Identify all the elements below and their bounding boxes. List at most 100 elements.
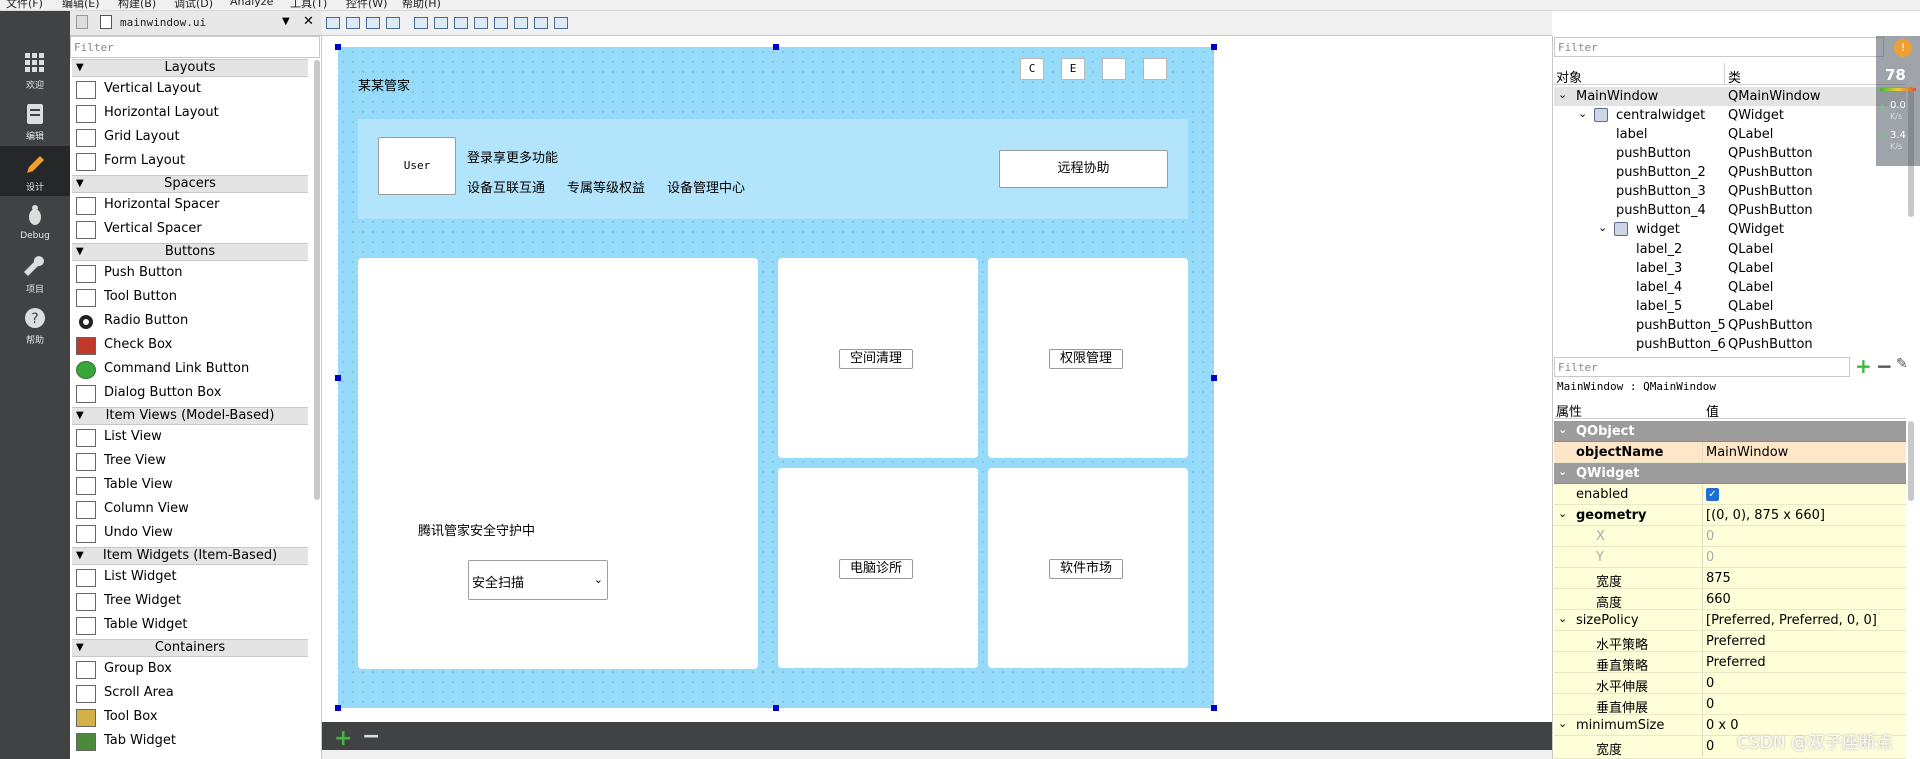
enabled-checkbox[interactable]: ✓ (1706, 488, 1719, 501)
prop-geometry-height[interactable]: 高度 660 (1554, 589, 1906, 611)
tree-row-pushbutton-2[interactable]: pushButton_2 QPushButton (1554, 163, 1906, 182)
widget-list-view[interactable]: List View (72, 426, 308, 450)
mode-projects[interactable]: 项目 (0, 248, 70, 298)
mode-edit[interactable]: 编辑 (0, 95, 70, 145)
widget-vertical-layout[interactable]: Vertical Layout (72, 78, 308, 102)
user-header-widget[interactable]: User 登录享更多功能 设备互联互通 专属等级权益 设备管理中心 远程协助 (358, 119, 1188, 219)
widget-vertical-spacer[interactable]: Vertical Spacer (72, 218, 308, 242)
prop-sizepolicy[interactable]: ⌄ sizePolicy [Preferred, Preferred, 0, 0… (1554, 610, 1906, 631)
tree-row-label-3[interactable]: label_3 QLabel (1554, 259, 1906, 278)
prop-geometry-x[interactable]: X 0 (1554, 526, 1906, 547)
widget-scroll-area[interactable]: Scroll Area (72, 682, 308, 706)
alert-badge[interactable]: ! (1894, 39, 1912, 57)
tree-row-mainwindow[interactable]: ⌄ MainWindow QMainWindow (1554, 87, 1906, 106)
layout-form-icon[interactable] (514, 17, 528, 29)
scan-combo[interactable]: 安全扫描 ⌄ (468, 560, 608, 600)
resize-handle[interactable] (1211, 375, 1217, 381)
property-filter-input[interactable]: Filter (1554, 357, 1850, 377)
widget-box-scrollbar[interactable] (314, 60, 320, 500)
column-class[interactable]: 类 (1728, 67, 1741, 86)
group-qwidget[interactable]: ⌄ QWidget (1554, 463, 1906, 484)
mode-debug[interactable]: Debug (0, 197, 70, 247)
resize-handle[interactable] (1211, 705, 1217, 711)
widget-tree-widget[interactable]: Tree Widget (72, 590, 308, 614)
widget-push-button[interactable]: Push Button (72, 262, 308, 286)
link-exclusive-benefits[interactable]: 专属等级权益 (567, 177, 645, 196)
minimize-button[interactable] (1102, 58, 1126, 80)
menu-help[interactable]: 帮助(H) (402, 0, 441, 10)
close-button[interactable] (1143, 58, 1167, 80)
property-editor-scrollbar[interactable] (1908, 421, 1914, 501)
tree-row-centralwidget[interactable]: ⌄ centralwidget QWidget (1554, 106, 1906, 125)
adjust-size-icon[interactable] (554, 17, 568, 29)
chevron-down-icon[interactable]: ⌄ (1558, 423, 1567, 436)
prop-objectname[interactable]: objectName MainWindow (1554, 442, 1906, 463)
remove-property-icon[interactable]: − (1876, 354, 1893, 378)
widget-command-link-button[interactable]: Command Link Button (72, 358, 308, 382)
mode-welcome[interactable]: 欢迎 (0, 44, 70, 94)
prop-h-stretch[interactable]: 水平伸展 0 (1554, 673, 1906, 695)
plus-icon[interactable]: + (334, 726, 352, 751)
column-property[interactable]: 属性 (1556, 401, 1582, 420)
configure-wrench-icon[interactable]: ✎ (1896, 356, 1908, 372)
prop-v-stretch[interactable]: 垂直伸展 0 (1554, 694, 1906, 716)
widget-radio-button[interactable]: Radio Button (72, 310, 308, 334)
menu-debug[interactable]: 调试(D) (174, 0, 213, 10)
close-icon[interactable]: ✕ (303, 14, 314, 29)
space-clean-button[interactable]: 空间清理 (839, 349, 913, 369)
menu-widgets[interactable]: 控件(W) (346, 0, 387, 10)
widget-group-box[interactable]: Group Box (72, 658, 308, 682)
widget-filter-input[interactable]: Filter (70, 36, 320, 58)
widget-dialog-button-box[interactable]: Dialog Button Box (72, 382, 308, 406)
layout-v-splitter-icon[interactable] (474, 17, 488, 29)
resize-handle[interactable] (335, 705, 341, 711)
resize-handle[interactable] (773, 705, 779, 711)
user-button[interactable]: User (378, 137, 456, 195)
widget-list-widget[interactable]: List Widget (72, 566, 308, 590)
app-title-label[interactable]: 某某管家 (358, 75, 410, 94)
menu-edit[interactable]: 编辑(E) (62, 0, 100, 10)
resize-handle[interactable] (1211, 44, 1217, 50)
link-device-interconnect[interactable]: 设备互联互通 (467, 177, 545, 196)
widget-undo-view[interactable]: Undo View (72, 522, 308, 546)
category-layouts[interactable]: ▼ Layouts (72, 59, 308, 77)
layout-vertical-icon[interactable] (434, 17, 448, 29)
security-panel[interactable]: 腾讯管家安全守护中 安全扫描 ⌄ (358, 258, 758, 669)
link-device-management[interactable]: 设备管理中心 (667, 177, 745, 196)
edit-widgets-icon[interactable] (326, 17, 340, 29)
tree-row-pushbutton-3[interactable]: pushButton_3 QPushButton (1554, 182, 1906, 201)
widget-column-view[interactable]: Column View (72, 498, 308, 522)
tree-row-pushbutton-4[interactable]: pushButton_4 QPushButton (1554, 201, 1906, 220)
category-item-widgets[interactable]: ▼ Item Widgets (Item-Based) (72, 547, 308, 565)
tile-pc-clinic[interactable]: 电脑诊所 (778, 468, 978, 668)
tree-row-pushbutton[interactable]: pushButton QPushButton (1554, 144, 1906, 163)
login-label[interactable]: 登录享更多功能 (467, 147, 558, 166)
menu-tools[interactable]: 工具(T) (290, 0, 327, 10)
widget-tool-button[interactable]: Tool Button (72, 286, 308, 310)
layout-horizontal-icon[interactable] (414, 17, 428, 29)
category-item-views[interactable]: ▼ Item Views (Model-Based) (72, 407, 308, 425)
prop-v-policy[interactable]: 垂直策略 Preferred (1554, 652, 1906, 674)
layout-grid-icon[interactable] (494, 17, 508, 29)
group-qobject[interactable]: ⌄ QObject (1554, 421, 1906, 442)
prop-h-policy[interactable]: 水平策略 Preferred (1554, 631, 1906, 653)
widget-horizontal-layout[interactable]: Horizontal Layout (72, 102, 308, 126)
menu-analyze[interactable]: Analyze (230, 0, 273, 8)
tree-row-pushbutton-6[interactable]: pushButton_6 QPushButton (1554, 335, 1906, 352)
remote-assist-button[interactable]: 远程协助 (999, 150, 1168, 188)
minus-icon[interactable]: − (362, 724, 380, 749)
software-market-button[interactable]: 软件市场 (1049, 559, 1123, 579)
tree-row-label-2[interactable]: label_2 QLabel (1554, 240, 1906, 259)
permission-button[interactable]: 权限管理 (1049, 349, 1123, 369)
prop-geometry[interactable]: ⌄ geometry [(0, 0), 875 x 660] (1554, 505, 1906, 526)
widget-tree-view[interactable]: Tree View (72, 450, 308, 474)
widget-tab-widget[interactable]: Tab Widget (72, 730, 308, 754)
prop-enabled[interactable]: enabled ✓ (1554, 484, 1906, 505)
chevron-down-icon[interactable]: ⌄ (1578, 107, 1587, 120)
tile-permission[interactable]: 权限管理 (988, 258, 1188, 458)
object-filter-input[interactable]: Filter (1554, 37, 1884, 57)
column-value[interactable]: 值 (1706, 401, 1719, 420)
chevron-down-icon[interactable]: ▼ (282, 16, 290, 27)
tile-space-clean[interactable]: 空间清理 (778, 258, 978, 458)
tree-row-pushbutton-5[interactable]: pushButton_5 QPushButton (1554, 316, 1906, 335)
